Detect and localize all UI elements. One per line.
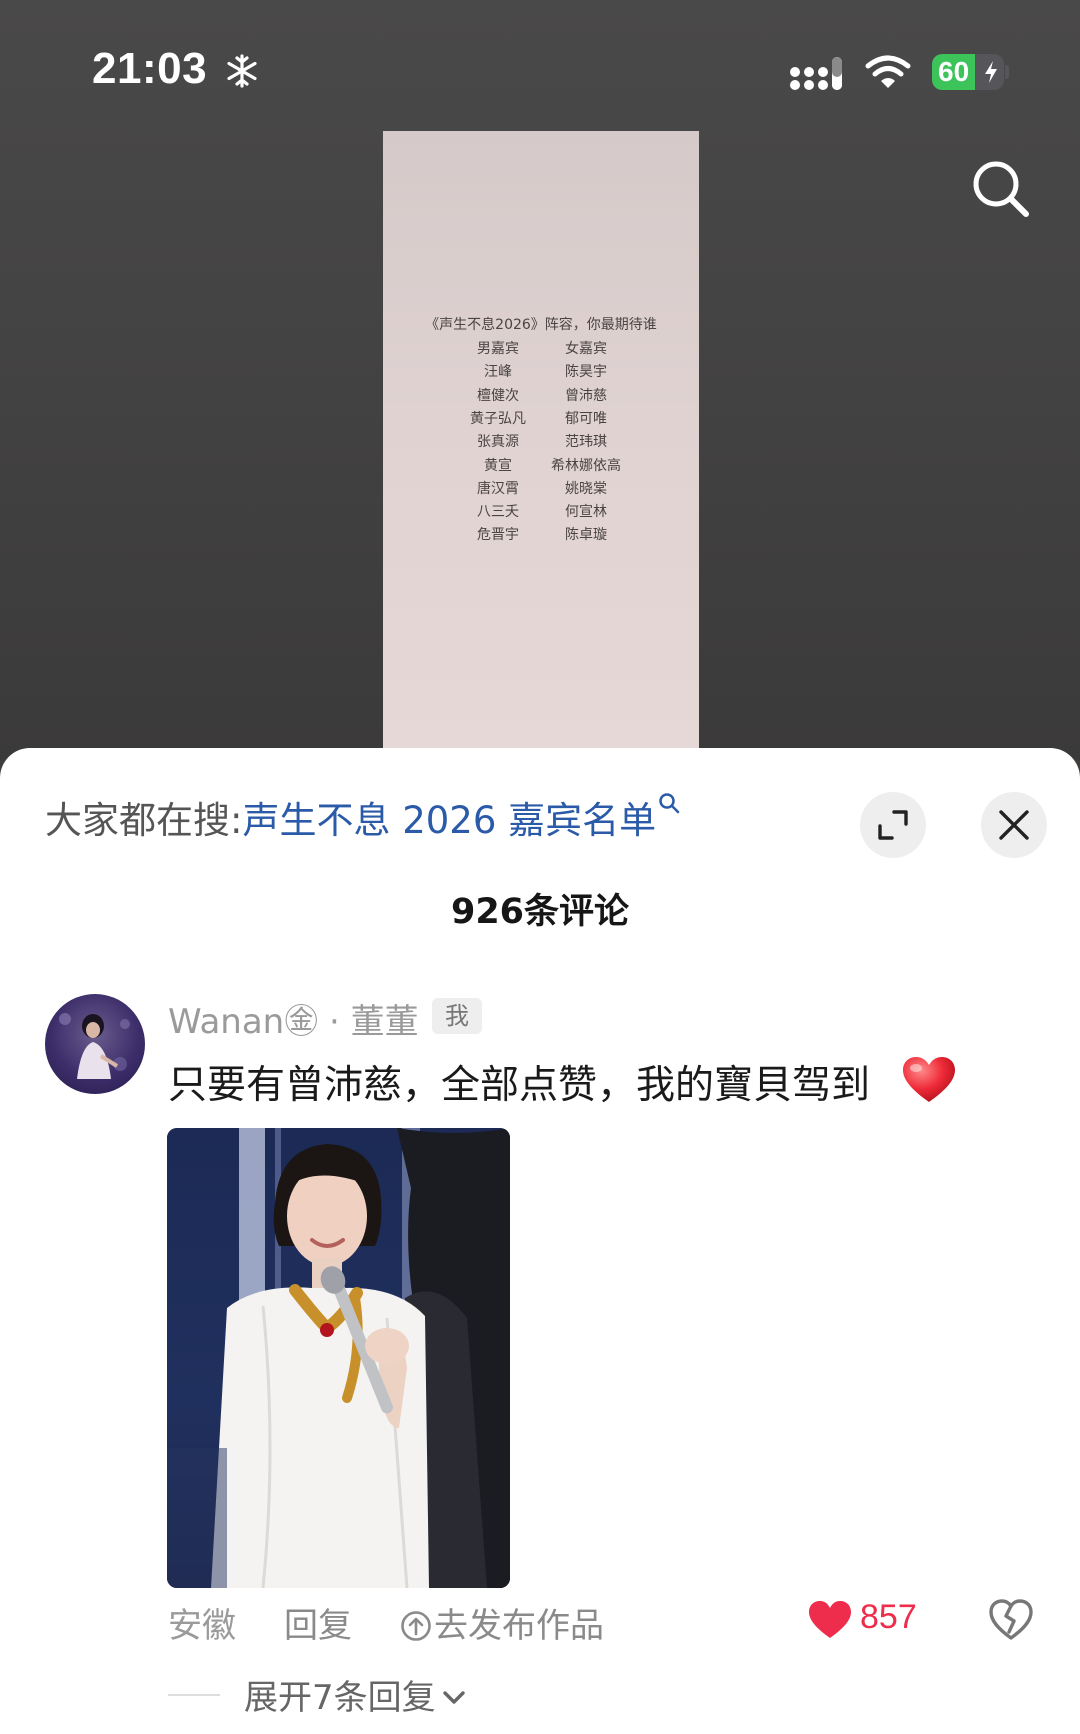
close-icon [999,810,1029,840]
female-guest: 陈卓璇 [565,527,607,543]
battery-cap [1005,65,1009,79]
poster-row: 汪峰 陈昊宇 [383,361,699,383]
performer-photo [167,1128,510,1588]
male-guest: 檀健次 [477,388,519,404]
male-guests-header: 男嘉宾 [477,341,519,357]
publish-work-label: 去发布作品 [434,1606,604,1646]
comment-location: 安徽 [168,1606,236,1646]
poster-row: 唐汉霄 姚晓棠 [383,478,699,500]
expand-replies-label: 展开7条回复 [244,1678,436,1718]
search-icon[interactable] [970,158,1032,220]
male-guest: 危晋宇 [477,527,519,543]
wifi-icon [865,55,911,88]
broken-heart-icon[interactable] [989,1599,1033,1641]
comment-text: 只要有曾沛慈，全部点赞，我的寶貝驾到 [168,1063,871,1108]
poster-row: 张真源 范玮琪 [383,431,699,453]
female-guests-header: 女嘉宾 [565,341,607,357]
male-guest: 汪峰 [484,364,512,380]
male-guest: 唐汉霄 [477,481,519,497]
hot-search-term[interactable]: 声生不息 2026 嘉宾名单 [242,799,656,842]
status-time: 21:03 [92,44,208,93]
reply-button[interactable]: 回复 [284,1598,352,1647]
female-guest: 何宣林 [565,504,607,520]
poster-row: 八三夭 何宣林 [383,501,699,523]
poster-row: 黄子弘凡 郁可唯 [383,408,699,430]
poster-row: 危晋宇 陈卓璇 [383,524,699,546]
male-guest: 张真源 [477,434,519,450]
poster-header-row: 男嘉宾 女嘉宾 [383,338,699,360]
female-guest: 曾沛慈 [565,388,607,404]
female-guest: 姚晓棠 [565,481,607,497]
like-count: 857 [860,1598,917,1636]
snowflake-icon [227,54,257,88]
signal-icon [790,57,842,90]
expand-button[interactable] [860,792,926,858]
charging-bolt-icon [985,61,997,83]
hot-search-prefix: 大家都在搜: [45,799,243,842]
search-icon [659,793,680,814]
comment-username[interactable]: Wanan㊎ · 董董 [168,994,419,1043]
male-guest: 黄宣 [484,458,512,474]
expand-divider [168,1694,220,1696]
male-guest: 黄子弘凡 [470,411,526,427]
battery-indicator: 60 [932,54,1004,90]
expand-icon [878,810,908,840]
avatar-image [59,1013,130,1079]
avatar[interactable] [45,994,145,1094]
hot-search-bar[interactable]: 大家都在搜:声生不息 2026 嘉宾名单 [45,790,680,844]
close-button[interactable] [981,792,1047,858]
comment-photo[interactable] [167,1128,510,1588]
battery-percentage: 60 [938,56,970,87]
heart-icon[interactable] [808,1600,852,1640]
poster-row: 檀健次 曾沛慈 [383,385,699,407]
lineup-poster[interactable]: 《声生不息2026》阵容，你最期待谁 男嘉宾 女嘉宾 汪峰 陈昊宇 檀健次 曾沛… [383,131,699,760]
publish-work-button[interactable]: 去发布作品 [400,1598,604,1647]
expand-replies-button[interactable]: 展开7条回复 [244,1670,466,1719]
chevron-down-icon [442,1690,465,1704]
poster-row: 黄宣 希林娜依高 [383,455,699,477]
poster-title: 《声生不息2026》阵容，你最期待谁 [425,317,657,333]
comments-sheet: 大家都在搜:声生不息 2026 嘉宾名单 926条评论 Wanan㊎ · 董董 … [0,748,1080,1734]
male-guest: 八三夭 [477,504,519,520]
female-guest: 郁可唯 [565,411,607,427]
upload-icon [401,1610,431,1641]
me-badge: 我 [432,998,482,1034]
heart-emoji-icon [903,1057,955,1102]
comment-count: 926条评论 [450,892,630,932]
female-guest: 陈昊宇 [565,364,607,380]
female-guest: 希林娜依高 [551,458,621,474]
female-guest: 范玮琪 [565,434,607,450]
